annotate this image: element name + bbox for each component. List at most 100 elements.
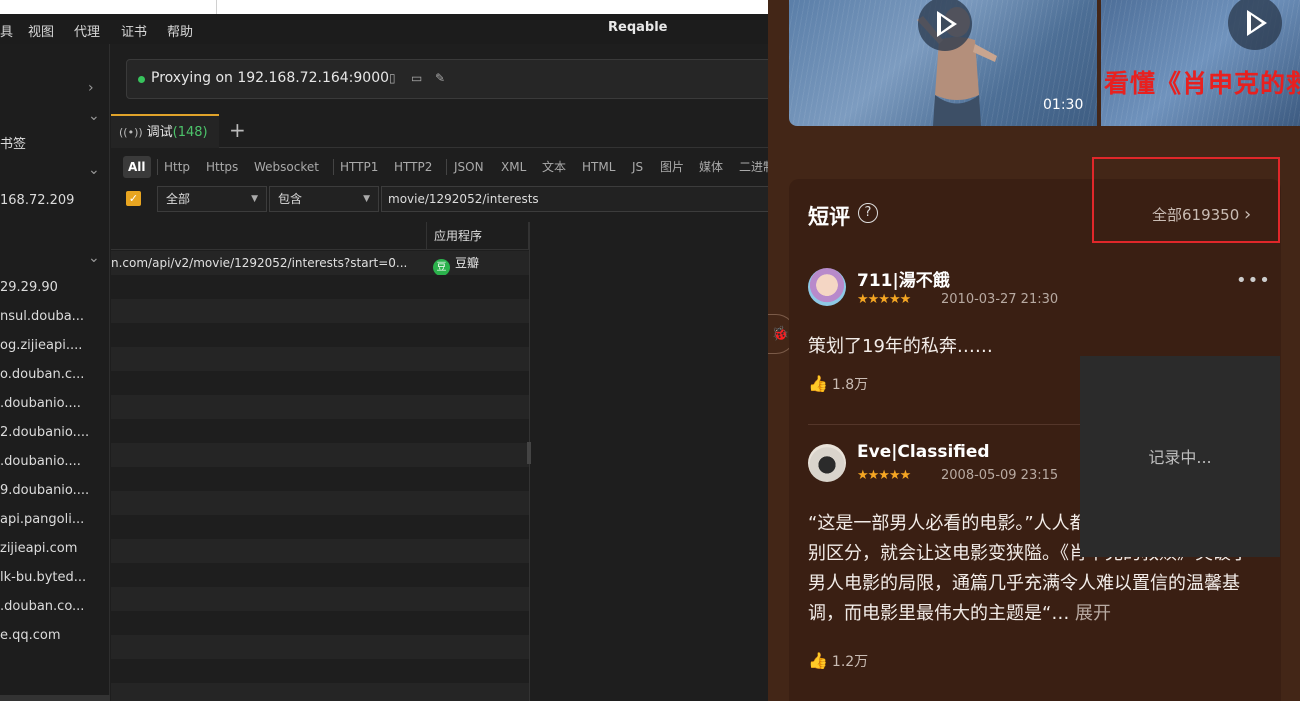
search-row: ✓ 全部 ▼ 包含 ▼ movie/1292052/interests: [111, 186, 768, 212]
table-row-empty: [111, 419, 529, 443]
sidebar-scrollbar[interactable]: [0, 695, 110, 701]
chevron-right-icon[interactable]: ›: [88, 80, 94, 96]
filter-text[interactable]: 文本: [542, 156, 566, 178]
table-row-empty: [111, 659, 529, 683]
table-row-empty: [111, 467, 529, 491]
phone-screen: 01:30 看懂《肖申克的救 🐞 短评 ? 全部619350 › 711|湯不餓…: [768, 0, 1300, 701]
table-row-empty: [111, 371, 529, 395]
filter-http[interactable]: Http: [164, 156, 190, 178]
like-count: 1.2万: [831, 654, 869, 670]
tab-debug[interactable]: ((•)) 调试(148): [111, 114, 219, 148]
chevron-down-icon[interactable]: ⌄: [88, 162, 100, 178]
sidebar: › ⌄ 书签 ⌄ 168.72.209 ⌄ 29.29.90 nsul.doub…: [0, 44, 110, 701]
filter-http1[interactable]: HTTP1: [340, 156, 378, 178]
search-input[interactable]: movie/1292052/interests: [381, 186, 768, 212]
row-url: n.com/api/v2/movie/1292052/interests?sta…: [111, 256, 408, 270]
table-row-empty: [111, 323, 529, 347]
reqable-window: 具 视图 代理 证书 帮助 Reqable › ⌄ 书签 ⌄ 168.72.20…: [0, 0, 768, 701]
scope-select[interactable]: 全部 ▼: [157, 186, 267, 212]
filter-enable-checkbox[interactable]: ✓: [126, 191, 141, 206]
menu-view[interactable]: 视图: [28, 21, 54, 40]
filter-json[interactable]: JSON: [454, 156, 484, 178]
filter-js[interactable]: JS: [632, 156, 643, 178]
thumbs-up-icon: 👍: [808, 374, 828, 393]
table-row-empty: [111, 635, 529, 659]
chevron-down-icon[interactable]: ⌄: [88, 250, 100, 266]
video-thumbnail[interactable]: 01:30: [789, 0, 1097, 126]
proxy-status-text: Proxying on 192.168.72.164:9000: [151, 70, 390, 86]
sidebar-item-host[interactable]: lk-bu.byted...: [0, 565, 110, 591]
column-header-app[interactable]: 应用程序: [426, 222, 529, 250]
douban-app-icon: 豆: [433, 259, 450, 276]
filter-https[interactable]: Https: [206, 156, 238, 178]
sidebar-item-host[interactable]: o.douban.c...: [0, 362, 110, 388]
filter-websocket[interactable]: Websocket: [254, 156, 319, 178]
sidebar-item-host[interactable]: og.zijieapi....: [0, 333, 110, 359]
like-count: 1.8万: [831, 377, 869, 393]
app-title: Reqable: [608, 20, 668, 35]
sidebar-item-bookmarks[interactable]: 书签: [0, 132, 110, 158]
sidebar-item-host[interactable]: .doubanio....: [0, 449, 110, 475]
filter-image[interactable]: 图片: [660, 156, 684, 178]
thumbs-up-icon: 👍: [808, 651, 828, 670]
proxy-status-bar: Proxying on 192.168.72.164:9000 ▯ ▭ ✎: [126, 59, 768, 99]
scope-value: 全部: [166, 192, 191, 206]
section-title: 短评: [808, 205, 850, 229]
help-icon[interactable]: ?: [858, 203, 878, 223]
review-username[interactable]: 711|湯不餓: [857, 266, 950, 291]
table-row-empty: [111, 347, 529, 371]
avatar[interactable]: [808, 268, 846, 306]
menu-proxy[interactable]: 代理: [74, 21, 100, 40]
edit-icon[interactable]: ✎: [435, 71, 445, 85]
table-row-empty: [111, 611, 529, 635]
caret-down-icon: ▼: [363, 194, 370, 204]
review-date: 2010-03-27 21:30: [941, 292, 1059, 307]
main-panel: Proxying on 192.168.72.164:9000 ▯ ▭ ✎ ((…: [111, 44, 768, 701]
avatar[interactable]: [808, 444, 846, 482]
sidebar-item-host[interactable]: .douban.co...: [0, 594, 110, 620]
menu-help[interactable]: 帮助: [167, 21, 193, 40]
filter-all[interactable]: All: [123, 156, 151, 178]
menu-tools[interactable]: 具: [0, 21, 13, 40]
sidebar-item-host[interactable]: 9.doubanio....: [0, 478, 110, 504]
like-button[interactable]: 👍 1.2万: [808, 651, 868, 671]
filter-media[interactable]: 媒体: [699, 156, 723, 178]
chevron-down-icon[interactable]: ⌄: [88, 108, 100, 124]
sidebar-item-host[interactable]: nsul.douba...: [0, 304, 110, 330]
review-date: 2008-05-09 23:15: [941, 468, 1059, 483]
add-tab-button[interactable]: +: [229, 118, 246, 142]
antenna-icon: ((•)): [119, 126, 143, 139]
table-row[interactable]: n.com/api/v2/movie/1292052/interests?sta…: [111, 251, 529, 276]
terminal-icon[interactable]: ▭: [411, 71, 422, 85]
more-icon[interactable]: •••: [1236, 270, 1271, 291]
video-thumbnail[interactable]: 看懂《肖申克的救: [1101, 0, 1300, 126]
sidebar-item-host[interactable]: e.qq.com: [0, 623, 110, 649]
menu-bar: 具 视图 代理 证书 帮助 Reqable: [0, 14, 768, 44]
table-row-empty: [111, 515, 529, 539]
filter-xml[interactable]: XML: [501, 156, 526, 178]
table-row-empty: [111, 443, 529, 467]
sidebar-item-host[interactable]: api.pangoli...: [0, 507, 110, 533]
table-row-empty: [111, 683, 529, 701]
status-dot: [138, 76, 145, 83]
table-body: n.com/api/v2/movie/1292052/interests?sta…: [111, 251, 529, 701]
review-username[interactable]: Eve|Classified: [857, 442, 990, 462]
like-button[interactable]: 👍 1.8万: [808, 374, 868, 394]
filter-binary[interactable]: 二进制: [739, 156, 768, 178]
recording-label: 记录中...: [1148, 448, 1212, 467]
menu-certificate[interactable]: 证书: [121, 21, 147, 40]
sidebar-item-host[interactable]: 2.doubanio....: [0, 420, 110, 446]
phone-icon[interactable]: ▯: [389, 71, 396, 85]
expand-link[interactable]: 展开: [1069, 603, 1111, 624]
splitter-handle[interactable]: [527, 442, 531, 464]
sidebar-item-host[interactable]: .doubanio....: [0, 391, 110, 417]
match-mode-select[interactable]: 包含 ▼: [269, 186, 379, 212]
tab-debug-label: 调试: [146, 125, 173, 140]
sidebar-item-host[interactable]: 29.29.90: [0, 275, 110, 301]
table-row-empty: [111, 539, 529, 563]
sidebar-item-host[interactable]: 168.72.209: [0, 188, 110, 214]
filter-http2[interactable]: HTTP2: [394, 156, 432, 178]
sidebar-item-host[interactable]: zijieapi.com: [0, 536, 110, 562]
filter-html[interactable]: HTML: [582, 156, 615, 178]
match-mode-value: 包含: [278, 192, 303, 206]
